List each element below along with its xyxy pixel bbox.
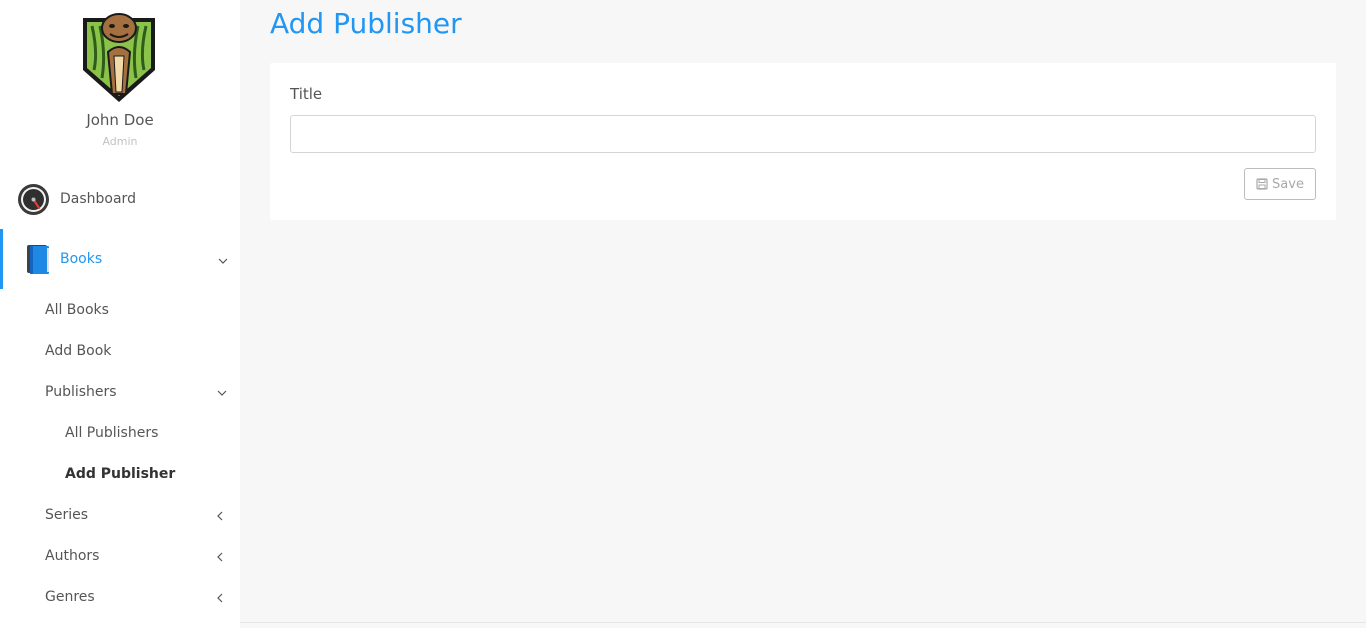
save-button[interactable]: Save (1244, 168, 1316, 200)
save-button-label: Save (1272, 176, 1304, 192)
title-input[interactable] (290, 115, 1316, 153)
nav-all-books-label: All Books (45, 302, 109, 318)
nav-add-book-label: Add Book (45, 343, 112, 359)
user-role: Admin (102, 135, 138, 148)
page-title: Add Publisher (270, 7, 462, 40)
chevron-left-icon (217, 593, 223, 603)
sidebar: John Doe Admin Dashboard Books All Books… (0, 0, 240, 628)
nav-add-publisher-label: Add Publisher (65, 466, 176, 482)
chevron-down-icon (217, 390, 227, 396)
chevron-down-icon (218, 258, 228, 264)
nav-genres[interactable]: Genres (0, 577, 240, 618)
nav-add-publisher[interactable]: Add Publisher (0, 454, 240, 495)
nav-authors-label: Authors (45, 548, 100, 564)
nav-series[interactable]: Series (0, 495, 240, 536)
nav-books[interactable]: Books (0, 229, 240, 289)
nav-publishers[interactable]: Publishers (0, 372, 240, 413)
footer-divider (240, 622, 1366, 623)
speedometer-icon (18, 184, 49, 215)
user-profile: John Doe Admin (0, 0, 240, 160)
nav-publishers-label: Publishers (45, 384, 117, 400)
app: John Doe Admin Dashboard Books All Books… (0, 0, 1366, 628)
publisher-form-card: Title Save (270, 63, 1336, 220)
nav-all-publishers[interactable]: All Publishers (0, 413, 240, 454)
nav-dashboard-label: Dashboard (60, 191, 136, 207)
nav-series-label: Series (45, 507, 89, 523)
nav-all-books[interactable]: All Books (0, 290, 240, 331)
nav-dashboard[interactable]: Dashboard (0, 169, 240, 229)
nav-books-label: Books (60, 251, 103, 267)
cobra-avatar (83, 13, 155, 102)
floppy-disk-icon (1256, 178, 1268, 190)
user-name: John Doe (86, 111, 154, 129)
chevron-left-icon (217, 552, 223, 562)
book-icon (27, 245, 49, 274)
chevron-left-icon (217, 511, 223, 521)
title-field-label: Title (290, 85, 323, 103)
nav-all-publishers-label: All Publishers (65, 425, 159, 441)
nav-authors[interactable]: Authors (0, 536, 240, 577)
nav-genres-label: Genres (45, 589, 95, 605)
nav-add-book[interactable]: Add Book (0, 331, 240, 372)
